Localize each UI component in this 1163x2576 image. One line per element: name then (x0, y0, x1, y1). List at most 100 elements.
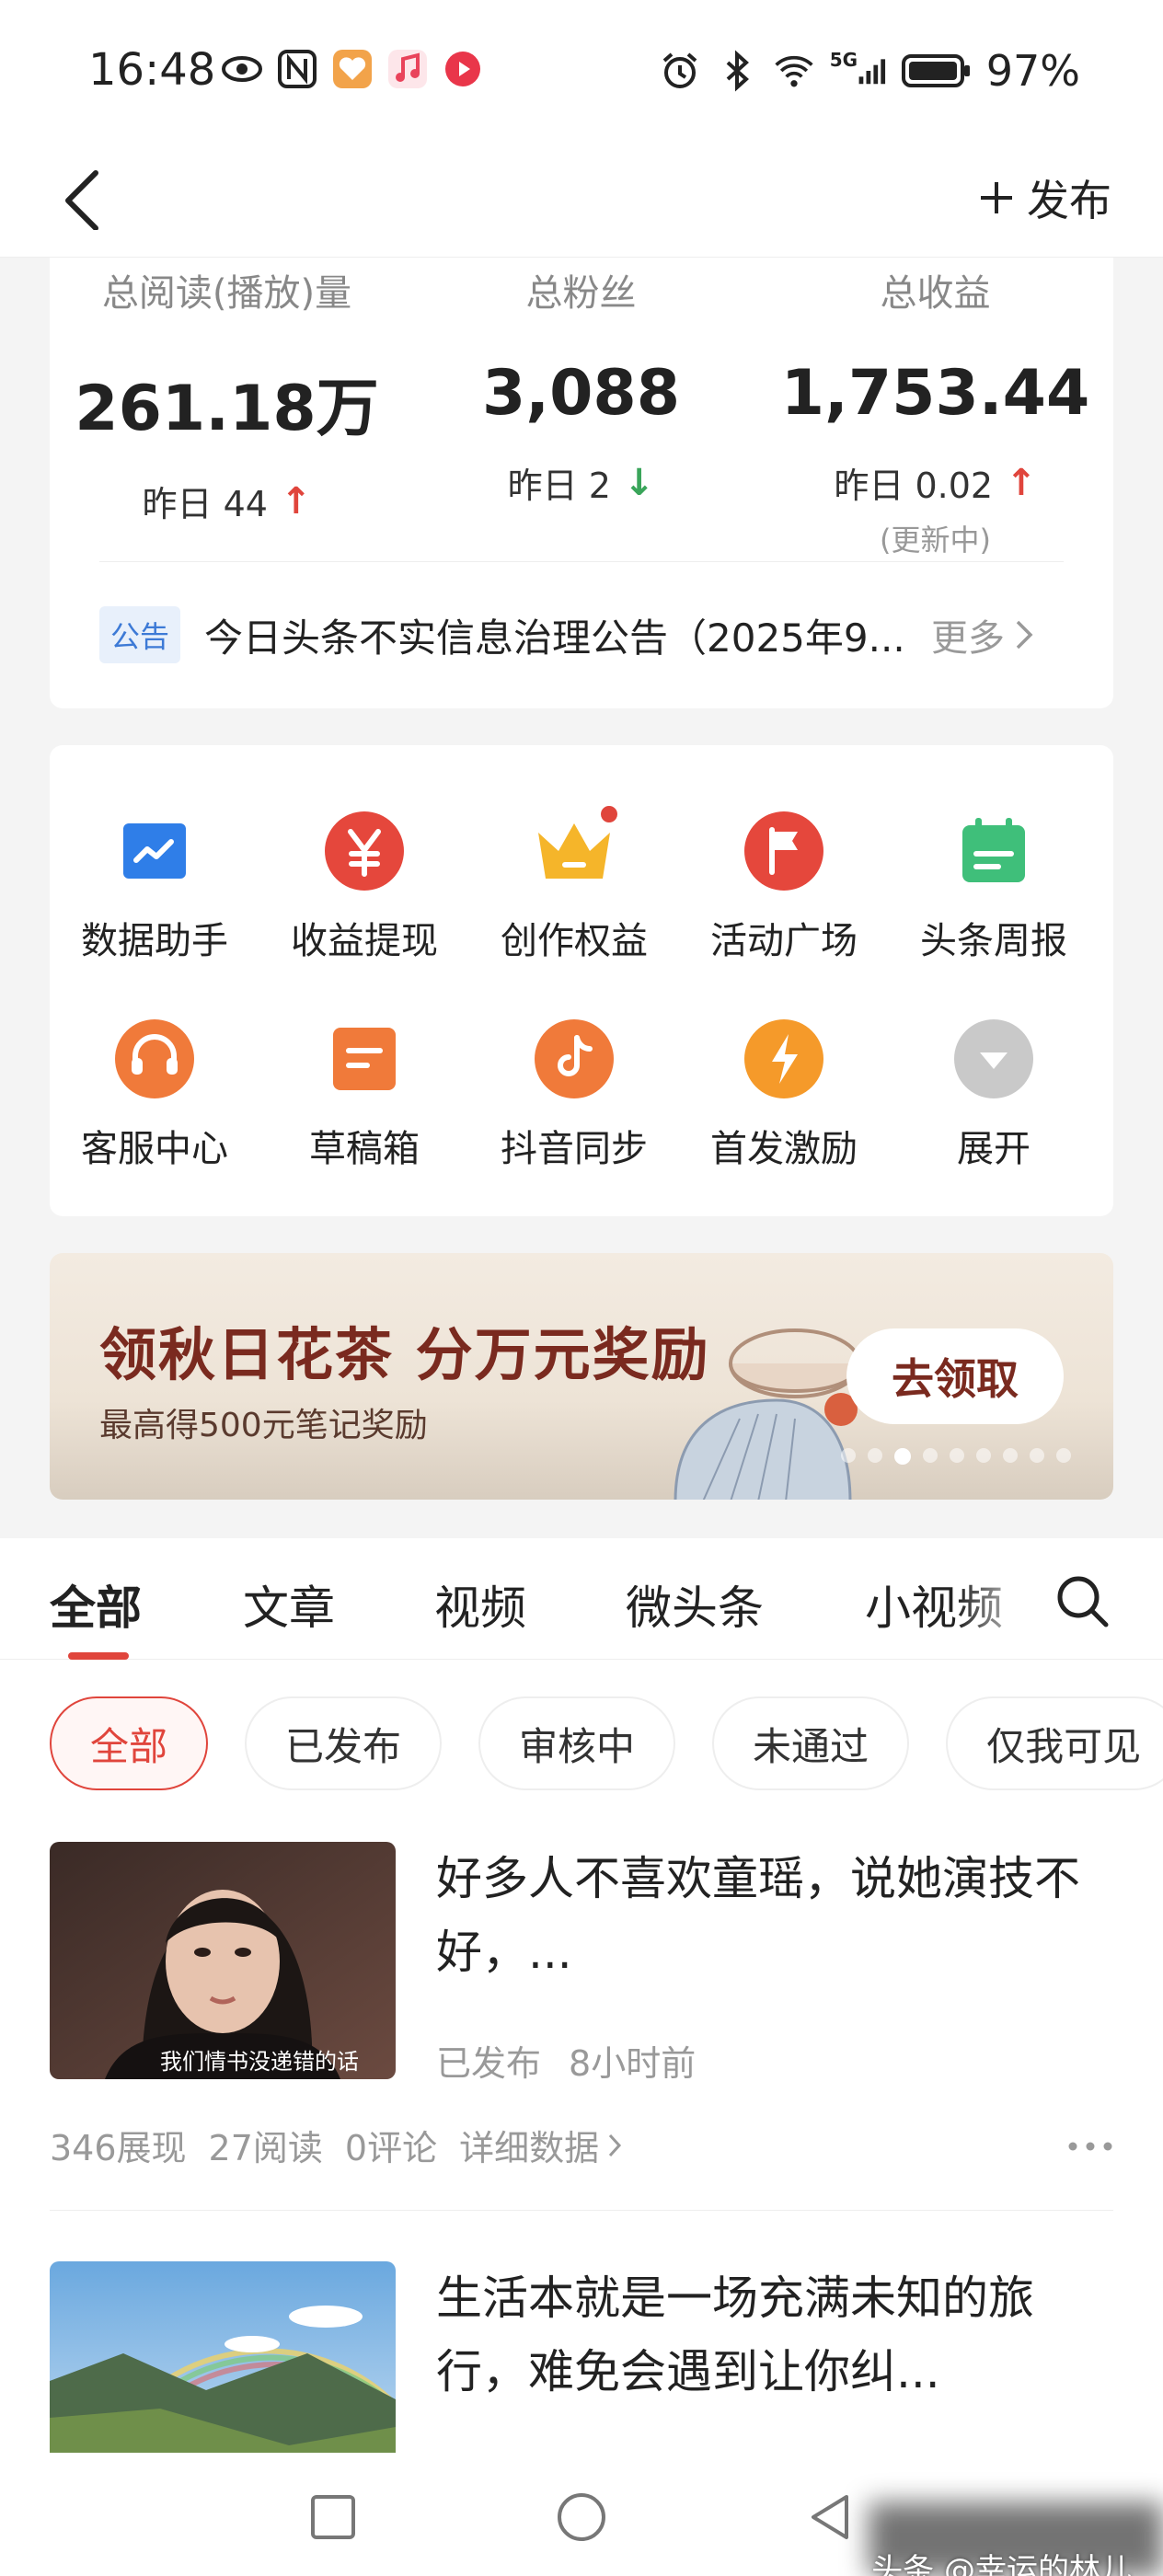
health-app-icon (331, 48, 374, 90)
tool-label: 创作权益 (501, 920, 648, 962)
notice-row[interactable]: 公告 今日头条不实信息治理公告（2025年9... 更多 (99, 598, 1064, 672)
tool-expand[interactable]: 展开 (889, 1018, 1099, 1172)
article-impressions: 346展现 (50, 2128, 187, 2168)
triangle-back-icon (812, 2495, 848, 2539)
video-app-icon (442, 48, 484, 90)
stat-delta: 昨日 2 ↓ (404, 457, 758, 508)
circle-icon (558, 2493, 605, 2541)
plus-icon (981, 182, 1012, 213)
tool-weekly-report[interactable]: 头条周报 (889, 810, 1099, 964)
chip-rejected[interactable]: 未通过 (712, 1696, 910, 1790)
bluetooth-icon (716, 50, 758, 92)
article-title[interactable]: 生活本就是一场充满未知的旅行，难免会遇到让你纠... (436, 2261, 1113, 2409)
status-bar: 16:48 5G 97% (0, 0, 1163, 138)
draft-icon (323, 1018, 406, 1100)
tiktok-icon (533, 1018, 616, 1100)
tool-label: 抖音同步 (501, 1128, 648, 1170)
article-thumbnail[interactable] (50, 2261, 396, 2455)
tool-douyin-sync[interactable]: 抖音同步 (469, 1018, 679, 1172)
calendar-icon (952, 810, 1035, 892)
tool-data-assistant[interactable]: 数据助手 (50, 810, 259, 964)
tool-activity-plaza[interactable]: 活动广场 (679, 810, 889, 964)
back-nav-button[interactable] (802, 2490, 858, 2545)
banner-dot (841, 1448, 856, 1463)
status-icons-left (221, 48, 484, 90)
recent-apps-button[interactable] (305, 2490, 361, 2545)
divider (99, 561, 1064, 562)
tab-active-indicator (68, 1652, 129, 1660)
stat-delta: 昨日 44 ↑ (50, 476, 404, 526)
tool-income-withdraw[interactable]: 收益提现 (259, 810, 469, 964)
chevron-right-icon (608, 2133, 622, 2156)
stat-label: 总阅读(播放)量 (101, 272, 352, 315)
banner-dot (1056, 1448, 1071, 1463)
chip-private[interactable]: 仅我可见 (946, 1696, 1163, 1790)
article-item[interactable]: 我们情书没递错的话 好多人不喜欢童瑶，说她演技不好，... 已发布 8小时前 3… (50, 1842, 1113, 2173)
tool-label: 头条周报 (920, 920, 1067, 962)
home-button[interactable] (554, 2490, 609, 2545)
chevron-left-icon (65, 170, 98, 231)
arrow-down-icon: ↓ (623, 461, 655, 504)
tab-micro-posts[interactable]: 微头条 (626, 1571, 764, 1638)
stat-total-income[interactable]: 总收益 1,753.44 昨日 0.02 ↑ (更新中) (758, 258, 1112, 559)
banner-dot-active (894, 1448, 911, 1465)
stat-delta-text: 昨日 44 (142, 484, 268, 524)
stat-note: (更新中) (880, 523, 991, 558)
banner-dot (950, 1448, 964, 1463)
stat-value: 3,088 (481, 357, 681, 430)
lightning-icon (743, 1018, 825, 1100)
notification-dot (597, 802, 621, 826)
article-comments: 0评论 (344, 2128, 438, 2168)
chip-all[interactable]: 全部 (50, 1696, 209, 1790)
yuan-icon (323, 810, 406, 892)
divider (50, 2210, 1113, 2211)
banner-pagination (841, 1448, 1071, 1465)
tool-first-publish-bonus[interactable]: 首发激励 (679, 1018, 889, 1172)
publish-button[interactable]: 发布 (977, 166, 1111, 230)
stat-delta: 昨日 0.02 ↑ (758, 457, 1112, 508)
article-time: 8小时前 (569, 2043, 697, 2084)
tab-all[interactable]: 全部 (50, 1571, 142, 1638)
wifi-icon (773, 50, 815, 92)
tool-label: 展开 (957, 1128, 1031, 1170)
tab-articles[interactable]: 文章 (243, 1571, 335, 1638)
tool-creator-rights[interactable]: 创作权益 (469, 802, 679, 964)
chip-published[interactable]: 已发布 (245, 1696, 443, 1790)
headset-icon (113, 1018, 196, 1100)
banner-dot (976, 1448, 991, 1463)
tool-customer-service[interactable]: 客服中心 (50, 1018, 259, 1172)
article-meta: 已发布 8小时前 (436, 2035, 696, 2086)
notice-more-link[interactable]: 更多 (931, 608, 1034, 661)
tools-grid: 数据助手 收益提现 创作权益 活动广场 头条周报 客服中心 草稿箱 抖音同步 首… (50, 745, 1113, 1216)
notice-tag: 公告 (99, 606, 181, 663)
tool-label: 活动广场 (710, 920, 858, 962)
article-thumbnail[interactable]: 我们情书没递错的话 (50, 1842, 396, 2079)
tool-label: 数据助手 (81, 920, 228, 962)
eye-icon (221, 48, 263, 90)
article-title[interactable]: 好多人不喜欢童瑶，说她演技不好，... (436, 1842, 1113, 1989)
flag-icon (743, 810, 825, 892)
back-button[interactable] (55, 166, 120, 231)
crown-icon (533, 802, 621, 892)
banner-subtitle: 最高得500元笔记奖励 (99, 1407, 428, 1444)
notice-text[interactable]: 今日头条不实信息治理公告（2025年9... (204, 607, 913, 663)
promo-banner[interactable]: 领秋日花茶 分万元奖励 最高得500元笔记奖励 去领取 (50, 1253, 1113, 1500)
tool-drafts[interactable]: 草稿箱 (259, 1018, 469, 1172)
arrow-up-icon: ↑ (1006, 461, 1037, 504)
more-options-button[interactable] (1067, 2120, 1113, 2162)
detail-data-link[interactable]: 详细数据 (459, 2120, 623, 2170)
banner-dot (868, 1448, 882, 1463)
article-item[interactable]: 生活本就是一场充满未知的旅行，难免会遇到让你纠... (50, 2261, 1113, 2455)
stat-delta-text: 昨日 0.02 (834, 466, 994, 506)
tab-videos[interactable]: 视频 (434, 1571, 526, 1638)
stat-total-reads[interactable]: 总阅读(播放)量 261.18万 昨日 44 ↑ (50, 258, 404, 526)
claim-button[interactable]: 去领取 (846, 1328, 1064, 1424)
content-tabs: 全部 文章 视频 微头条 小视频 (0, 1538, 1163, 1660)
status-icons-right: 5G 97% (659, 46, 1080, 96)
banner-title: 领秋日花茶 分万元奖励 (99, 1321, 710, 1388)
stat-total-fans[interactable]: 总粉丝 3,088 昨日 2 ↓ (404, 258, 758, 508)
expand-icon (952, 1018, 1035, 1100)
stats-card: 总阅读(播放)量 261.18万 昨日 44 ↑ 总粉丝 3,088 昨日 2 … (50, 258, 1113, 708)
search-button[interactable] (1053, 1571, 1111, 1630)
chip-reviewing[interactable]: 审核中 (478, 1696, 676, 1790)
